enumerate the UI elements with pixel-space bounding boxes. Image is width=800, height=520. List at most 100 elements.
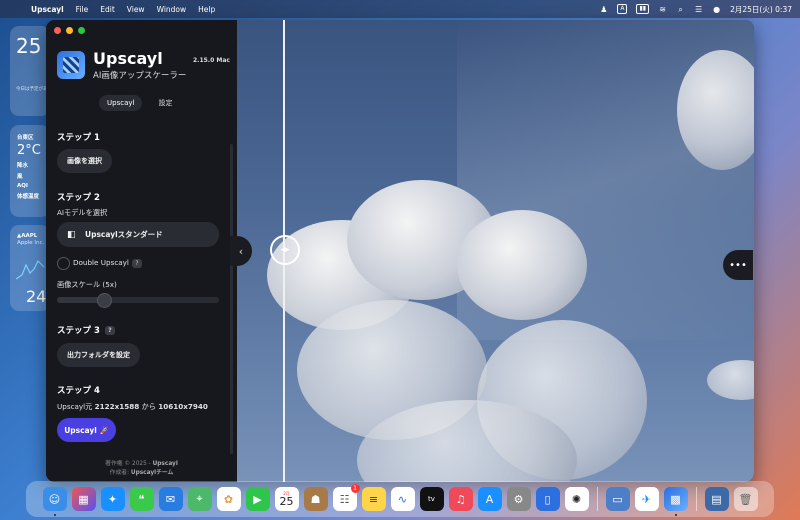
maximize-window-button[interactable] bbox=[78, 27, 85, 34]
close-window-button[interactable] bbox=[54, 27, 61, 34]
iphone-mirroring-icon[interactable]: ▯ bbox=[535, 487, 560, 511]
preview-icon[interactable]: ▭ bbox=[605, 487, 630, 511]
tab-settings[interactable]: 設定 bbox=[150, 94, 180, 112]
upscale-size-description: Upscayl元 2122x1588 から 10610x7940 bbox=[57, 402, 208, 412]
double-upscayl-checkbox[interactable] bbox=[57, 257, 70, 270]
model-select[interactable]: ◧ Upscaylスタンダード bbox=[57, 222, 219, 247]
footer-author-name[interactable]: Upscaylチーム bbox=[131, 470, 173, 476]
cloud-shape bbox=[457, 210, 587, 320]
siri-icon[interactable]: ● bbox=[712, 5, 721, 14]
sidebar-tabs: Upscayl 設定 bbox=[99, 94, 180, 112]
reminders-badge: 1 bbox=[350, 484, 360, 493]
music-icon[interactable]: ♫ bbox=[448, 487, 473, 511]
control-center-icon[interactable]: ☰ bbox=[694, 5, 703, 14]
upscayl-run-button[interactable]: Upscayl 🚀 bbox=[57, 418, 116, 442]
more-options-button[interactable]: ••• bbox=[723, 250, 753, 280]
finder-icon[interactable]: ☺ bbox=[42, 487, 67, 516]
menu-help[interactable]: Help bbox=[198, 5, 215, 14]
trash-icon[interactable]: 🗑 bbox=[733, 487, 758, 511]
search-icon[interactable]: ⌕ bbox=[676, 5, 685, 14]
calendar-widget-day: 25 bbox=[16, 34, 42, 58]
stock-sparkline bbox=[16, 259, 45, 280]
footer-author-prefix: 作成者: bbox=[109, 470, 131, 476]
notes-icon[interactable]: ≡ bbox=[361, 487, 386, 511]
weather-row: 降水 bbox=[17, 163, 29, 169]
input-source-indicator[interactable]: A bbox=[617, 4, 628, 14]
menu-app-name[interactable]: Upscayl bbox=[31, 5, 64, 14]
facetime-icon[interactable]: ▶ bbox=[245, 487, 270, 511]
messages-icon[interactable]: ❝ bbox=[129, 487, 154, 511]
app-store-icon[interactable]: A bbox=[477, 487, 502, 511]
step3-heading-text: ステップ 3 bbox=[57, 326, 100, 336]
tweetbot-icon[interactable]: ✈ bbox=[634, 487, 659, 511]
freeform-icon[interactable]: ∿ bbox=[390, 487, 415, 511]
to-size: 10610x7940 bbox=[158, 402, 208, 411]
contacts-icon[interactable]: ☗ bbox=[303, 487, 328, 511]
double-upscayl-row: Double Upscayl? bbox=[73, 258, 142, 268]
select-image-button[interactable]: 画像を選択 bbox=[57, 149, 112, 173]
model-label: AIモデルを選択 bbox=[57, 208, 108, 217]
launchpad-icon[interactable]: ▦ bbox=[71, 487, 96, 511]
desc-mid: から bbox=[139, 402, 159, 411]
wifi-icon[interactable]: ≋ bbox=[658, 5, 667, 14]
weather-temp: 2°C bbox=[17, 143, 41, 158]
running-indicator bbox=[53, 514, 56, 516]
step4-heading: ステップ 4 bbox=[57, 386, 100, 396]
calendar-widget[interactable]: 25 今日は予定がありません bbox=[10, 26, 50, 116]
upscayl-logo-icon bbox=[57, 51, 85, 79]
weather-row: 体感温度 bbox=[17, 194, 40, 200]
app-subtitle: AI画像アップスケーラー bbox=[93, 71, 187, 81]
menu-edit[interactable]: Edit bbox=[100, 5, 115, 14]
reminders-icon[interactable]: ☷ 1 bbox=[332, 484, 360, 511]
menu-clock[interactable]: 2月25日(火) 0:37 bbox=[730, 4, 792, 15]
double-upscayl-help-icon[interactable]: ? bbox=[131, 258, 142, 268]
apple-icon[interactable] bbox=[10, 5, 19, 14]
image-scale-slider-thumb[interactable] bbox=[96, 293, 112, 308]
battery-icon[interactable]: ▮▮ bbox=[636, 4, 650, 14]
stock-price: 24 bbox=[26, 287, 47, 306]
model-icon: ◧ bbox=[67, 229, 76, 240]
running-indicator bbox=[674, 514, 677, 516]
weather-row: 風 bbox=[17, 174, 23, 180]
apple-tv-icon[interactable]: tv bbox=[419, 487, 444, 511]
menu-bar: Upscayl File Edit View Window Help ♟ A ▮… bbox=[0, 0, 800, 18]
menu-window[interactable]: Window bbox=[157, 5, 187, 14]
set-output-folder-button[interactable]: 出力フォルダを設定 bbox=[57, 343, 140, 367]
weather-widget[interactable]: 台東区 2°C 降水 風 AQI 体感温度 bbox=[10, 125, 50, 217]
calendar-icon-day: 25 bbox=[279, 495, 294, 508]
menu-view[interactable]: View bbox=[127, 5, 145, 14]
dock-separator bbox=[695, 487, 697, 511]
stock-company: Apple Inc. bbox=[17, 240, 45, 246]
weather-city: 台東区 bbox=[17, 135, 34, 141]
chevron-left-icon: ‹ bbox=[238, 244, 244, 258]
system-settings-icon[interactable]: ⚙ bbox=[506, 487, 531, 511]
stock-ticker: ▲AAPL bbox=[17, 233, 38, 239]
apple-tv-label: tv bbox=[428, 495, 435, 503]
chatgpt-icon[interactable]: ✺ bbox=[564, 487, 589, 511]
menu-file[interactable]: File bbox=[76, 5, 89, 14]
safari-icon[interactable]: ✦ bbox=[100, 487, 125, 511]
minimize-window-button[interactable] bbox=[66, 27, 73, 34]
photos-icon[interactable]: ✿ bbox=[216, 487, 241, 511]
compare-slider-handle[interactable]: ◂▸ bbox=[270, 235, 300, 265]
mail-icon[interactable]: ✉ bbox=[158, 487, 183, 511]
dock-separator bbox=[596, 487, 598, 511]
weather-row: AQI bbox=[17, 183, 28, 189]
sidebar-scrollbar[interactable] bbox=[230, 144, 233, 454]
user-icon[interactable]: ♟ bbox=[599, 5, 608, 14]
downloads-folder-icon[interactable]: ▤ bbox=[704, 487, 729, 511]
upscayl-window: Upscayl 2.15.0 Mac AI画像アップスケーラー Upscayl … bbox=[46, 20, 754, 482]
tab-upscayl[interactable]: Upscayl bbox=[99, 95, 143, 111]
step3-heading: ステップ 3? bbox=[57, 324, 115, 336]
footer-copyright: 著作権 © 2025 - Upscayl bbox=[46, 458, 237, 467]
image-preview[interactable]: ◂▸ bbox=[237, 20, 754, 482]
step2-heading: ステップ 2 bbox=[57, 193, 100, 203]
step1-heading: ステップ 1 bbox=[57, 133, 100, 143]
footer-author: 作成者: Upscaylチーム bbox=[46, 467, 237, 476]
maps-icon[interactable]: ⌖ bbox=[187, 487, 212, 511]
stocks-widget[interactable]: ▲AAPL Apple Inc. 24 bbox=[10, 225, 50, 311]
more-icon: ••• bbox=[729, 259, 747, 271]
upscayl-dock-icon[interactable]: ▩ bbox=[663, 487, 688, 516]
step3-help-icon[interactable]: ? bbox=[104, 326, 115, 335]
calendar-icon[interactable]: 2月 25 bbox=[274, 487, 299, 511]
